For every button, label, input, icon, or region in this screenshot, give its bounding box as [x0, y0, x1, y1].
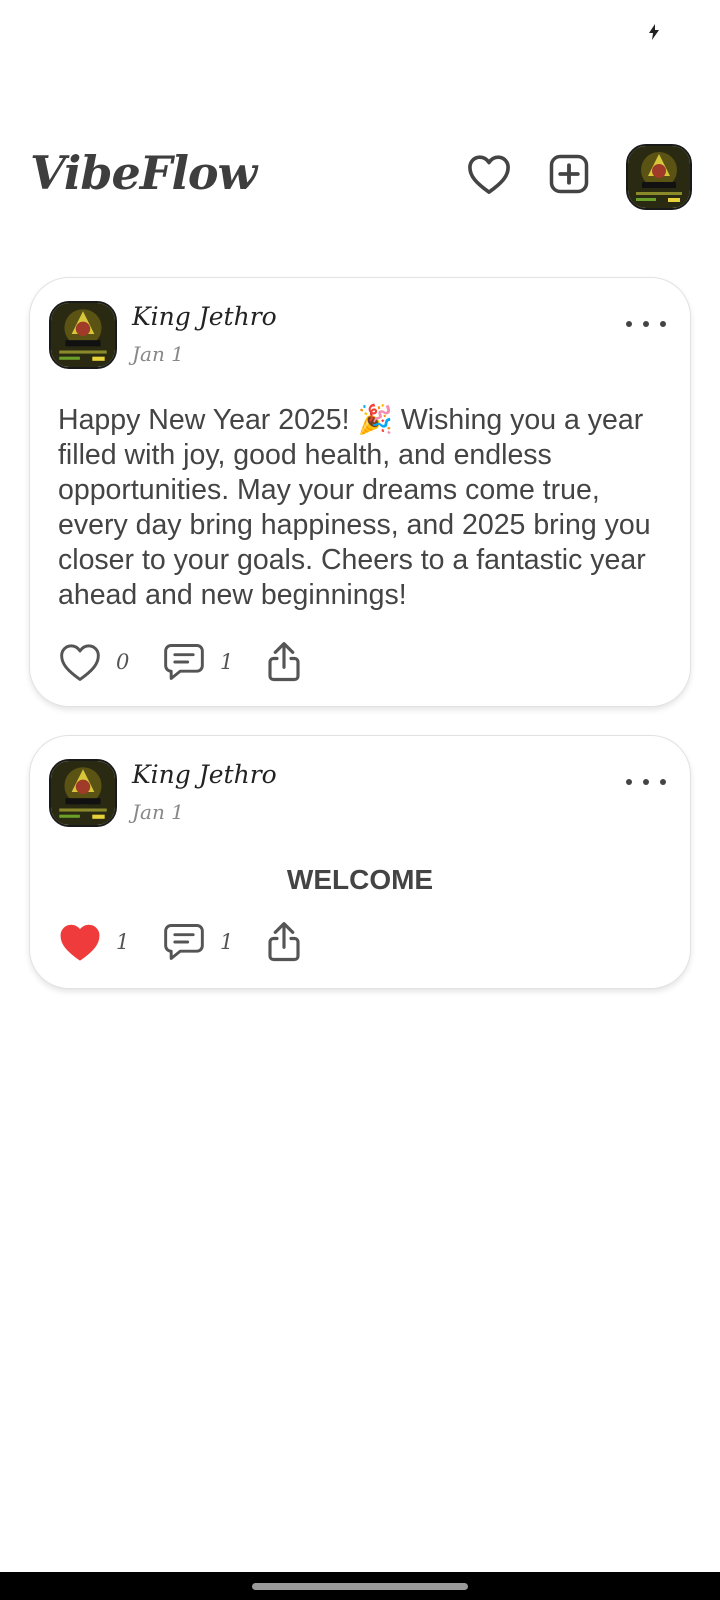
- avatar: [51, 303, 115, 367]
- post-card: King Jethro Jan 1 Happy New Year 2025! 🎉…: [29, 277, 691, 707]
- plus-square-icon: [549, 154, 589, 194]
- more-dots-icon: [626, 779, 632, 785]
- like-count: 0: [116, 650, 130, 674]
- charging-icon: [649, 24, 659, 40]
- post-card: King Jethro Jan 1 WELCOME 1 1: [29, 735, 691, 989]
- share-icon: [268, 922, 300, 962]
- app-header: VibeFlow: [0, 140, 720, 212]
- share-button[interactable]: [264, 638, 304, 686]
- comment-button[interactable]: 1: [162, 918, 233, 966]
- app-title: VibeFlow: [30, 146, 257, 200]
- heart-filled-icon: [60, 924, 100, 961]
- comment-count: 1: [220, 930, 234, 954]
- post-date: Jan 1: [132, 342, 184, 366]
- post-actions: 0 1: [58, 638, 358, 686]
- more-options-button[interactable]: [626, 772, 666, 792]
- post-actions: 1 1: [58, 918, 358, 966]
- more-options-button[interactable]: [626, 314, 666, 334]
- like-button[interactable]: 1: [58, 918, 129, 966]
- share-icon: [268, 642, 300, 682]
- heart-outline-icon: [60, 644, 100, 681]
- heart-outline-icon: [468, 155, 510, 194]
- comment-icon: [164, 644, 204, 680]
- post-author[interactable]: King Jethro: [132, 760, 277, 789]
- comment-icon: [164, 924, 204, 960]
- like-count: 1: [116, 930, 130, 954]
- home-gesture-handle[interactable]: [252, 1583, 468, 1590]
- post-text: WELCOME: [286, 864, 434, 895]
- more-dots-icon: [626, 321, 632, 327]
- avatar: [51, 761, 115, 825]
- system-nav-bar: [0, 1572, 720, 1600]
- status-bar: [0, 0, 720, 64]
- profile-avatar-button[interactable]: [626, 144, 692, 210]
- share-button[interactable]: [264, 918, 304, 966]
- post-text: Happy New Year 2025! 🎉 Wishing you a yea…: [58, 404, 651, 611]
- post-date: Jan 1: [132, 800, 184, 824]
- likes-button[interactable]: [465, 150, 513, 198]
- comment-button[interactable]: 1: [162, 638, 233, 686]
- comment-count: 1: [220, 650, 234, 674]
- author-avatar[interactable]: [49, 301, 117, 369]
- author-avatar[interactable]: [49, 759, 117, 827]
- create-post-button[interactable]: [545, 150, 593, 198]
- post-author[interactable]: King Jethro: [132, 302, 277, 331]
- avatar: [628, 146, 690, 208]
- like-button[interactable]: 0: [58, 638, 129, 686]
